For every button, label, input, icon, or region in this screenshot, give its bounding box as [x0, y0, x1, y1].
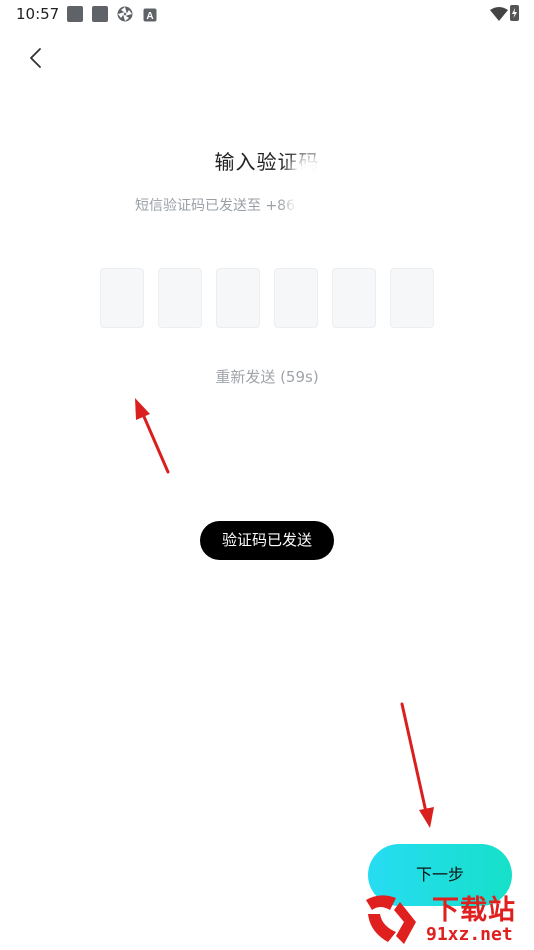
- annotation-arrowhead: [135, 398, 150, 420]
- annotation-arrow: [400, 702, 428, 814]
- code-digit-box[interactable]: [216, 268, 260, 328]
- code-digit-box[interactable]: [390, 268, 434, 328]
- status-bar: 10:57 A: [0, 0, 534, 28]
- svg-text:A: A: [146, 11, 153, 22]
- wifi-icon: [490, 6, 508, 25]
- watermark-logo-icon: [366, 895, 416, 944]
- keyboard-a-icon: A: [143, 7, 157, 26]
- battery-charging-icon: [510, 5, 519, 21]
- annotation-arrowhead: [419, 807, 434, 828]
- toast-message: 验证码已发送: [200, 521, 334, 560]
- status-time: 10:57: [16, 5, 60, 23]
- aperture-icon: [117, 6, 133, 26]
- phone-sent-subtitle: 短信验证码已发送至 +86: [135, 198, 295, 214]
- code-digit-box[interactable]: [100, 268, 144, 328]
- gallery-icon: [67, 6, 83, 22]
- phone-number-redaction: [298, 163, 408, 231]
- code-digit-box[interactable]: [158, 268, 202, 328]
- watermark-url: 91xz.net: [426, 924, 513, 945]
- resend-code-link[interactable]: 重新发送 (59s): [0, 366, 534, 387]
- gallery-icon: [92, 6, 108, 22]
- page-title: 输入验证码: [214, 150, 320, 174]
- chevron-left-icon: [30, 48, 41, 68]
- site-watermark: 下载站 91xz.net: [360, 888, 534, 950]
- code-digit-box[interactable]: [332, 268, 376, 328]
- annotation-arrow: [140, 410, 170, 474]
- annotation-arrows: [135, 398, 434, 828]
- watermark-text: 下载站: [432, 895, 516, 926]
- code-digit-box[interactable]: [274, 268, 318, 328]
- back-button[interactable]: [24, 44, 50, 72]
- verification-code-input[interactable]: [100, 268, 434, 328]
